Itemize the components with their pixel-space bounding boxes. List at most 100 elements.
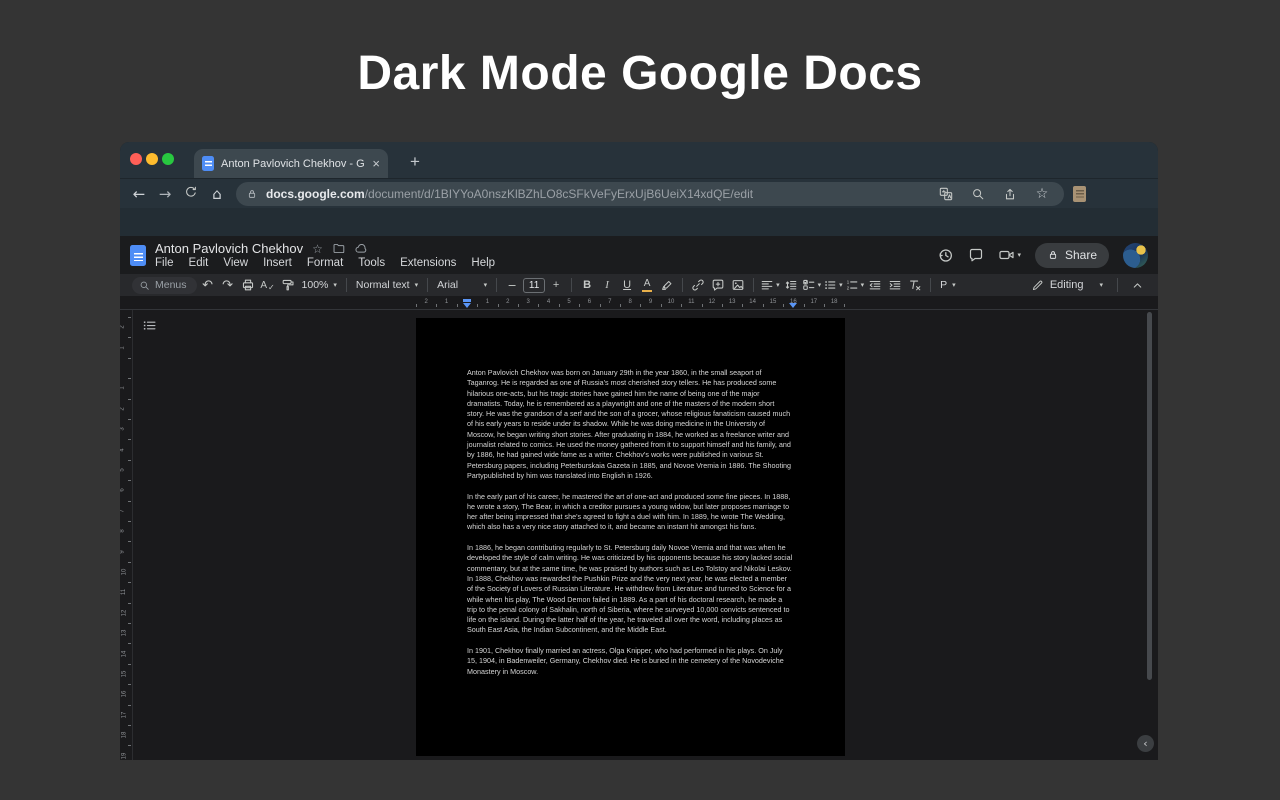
new-tab-button[interactable]: + [402, 149, 428, 175]
version-history-icon[interactable] [937, 247, 954, 264]
align-icon[interactable]: ▾ [760, 276, 780, 294]
increase-font-size-button[interactable]: + [547, 276, 565, 294]
bulleted-list-icon[interactable]: ▾ [823, 276, 843, 294]
back-icon[interactable]: ← [126, 185, 152, 203]
forward-icon[interactable]: → [152, 185, 178, 203]
comments-icon[interactable] [968, 247, 984, 263]
menu-tools[interactable]: Tools [358, 257, 385, 269]
editing-mode-select[interactable]: Editing ▾ [1027, 279, 1107, 292]
star-document-icon[interactable]: ☆ [312, 242, 323, 256]
font-select[interactable]: Arial ▾ [434, 276, 490, 294]
docs-header: Anton Pavlovich Chekhov ☆ File Edit View In… [120, 236, 1158, 274]
ruler-tick [518, 304, 519, 307]
ruler-number: 15 [121, 671, 127, 678]
docs-app-icon[interactable] [130, 245, 146, 266]
toolbar-divider [682, 278, 683, 292]
menu-view[interactable]: View [223, 257, 248, 269]
zoom-search-icon[interactable] [966, 187, 990, 201]
ruler-number: 13 [121, 630, 127, 637]
insert-image-icon[interactable] [729, 276, 747, 294]
docs-extension-icon[interactable] [1073, 186, 1086, 202]
document-page[interactable]: Anton Pavlovich Chekhov was born on Janu… [416, 318, 845, 756]
docs-header-actions: ▾ Share [937, 243, 1148, 268]
font-size-input[interactable]: 11 [523, 278, 545, 293]
redo-icon[interactable]: ↷ [219, 276, 237, 294]
doc-blank-line[interactable] [467, 533, 793, 543]
screenshot-stage: Dark Mode Google Docs Anton Pavlovich Ch… [0, 0, 1280, 800]
doc-paragraph[interactable]: In 1888, Chekhov was rewarded the Pushki… [467, 574, 793, 636]
ruler-tick [128, 643, 131, 644]
account-avatar[interactable] [1123, 243, 1148, 268]
url-text: docs.google.com/document/d/1BIYYoA0nszKl… [266, 187, 926, 201]
highlight-color-icon[interactable] [658, 276, 676, 294]
document-outline-icon[interactable] [142, 318, 157, 338]
right-indent-marker[interactable] [789, 303, 797, 308]
undo-icon[interactable]: ↶ [199, 276, 217, 294]
paragraph-tool-button[interactable]: P ▾ [937, 276, 959, 294]
document-title[interactable]: Anton Pavlovich Chekhov [155, 241, 303, 256]
left-indent-marker[interactable] [463, 303, 471, 308]
paint-format-icon[interactable] [279, 276, 297, 294]
share-page-icon[interactable] [998, 187, 1022, 201]
menu-help[interactable]: Help [471, 257, 495, 269]
checklist-icon[interactable]: ▾ [802, 276, 822, 294]
browser-tab[interactable]: Anton Pavlovich Chekhov - Go × [194, 149, 388, 178]
insert-link-icon[interactable] [689, 276, 707, 294]
spellcheck-icon[interactable]: A ✓ [259, 276, 277, 294]
minimize-window-button[interactable] [146, 153, 158, 165]
cloud-status-icon[interactable] [354, 242, 368, 255]
doc-blank-line[interactable] [467, 636, 793, 646]
home-icon[interactable]: ⌂ [204, 185, 230, 203]
doc-paragraph[interactable]: In 1886, he began contributing regularly… [467, 543, 793, 574]
line-spacing-icon[interactable] [782, 276, 800, 294]
share-button[interactable]: Share [1035, 243, 1109, 268]
doc-paragraph[interactable]: In 1901, Chekhov finally married an actr… [467, 646, 793, 677]
print-icon[interactable] [239, 276, 257, 294]
menu-extensions[interactable]: Extensions [400, 257, 456, 269]
text-color-button[interactable]: A [638, 276, 656, 294]
panel-expand-icon[interactable]: ‹ [1137, 735, 1154, 752]
doc-blank-line[interactable] [467, 481, 793, 491]
ruler-tick [498, 304, 499, 307]
move-folder-icon[interactable] [332, 242, 345, 255]
reload-icon[interactable] [178, 185, 204, 203]
menus-search-button[interactable]: Menus [132, 277, 197, 294]
decrease-font-size-button[interactable]: − [503, 276, 521, 294]
doc-paragraph[interactable]: Anton Pavlovich Chekhov was born on Janu… [467, 368, 793, 481]
clear-formatting-icon[interactable] [906, 276, 924, 294]
first-line-indent-marker[interactable] [463, 299, 471, 302]
document-text[interactable]: Anton Pavlovich Chekhov was born on Janu… [467, 368, 793, 677]
toolbar-divider [496, 278, 497, 292]
doc-paragraph[interactable]: In the early part of his career, he mast… [467, 492, 793, 533]
ruler-number: 1 [120, 346, 126, 349]
ruler-number: 5 [120, 468, 126, 471]
add-comment-icon[interactable] [709, 276, 727, 294]
bold-button[interactable]: B [578, 276, 596, 294]
paragraph-style-select[interactable]: Normal text ▾ [353, 276, 421, 294]
underline-button[interactable]: U [618, 276, 636, 294]
ruler-tick [128, 439, 131, 440]
address-bar[interactable]: docs.google.com/document/d/1BIYYoA0nszKl… [236, 182, 1064, 206]
close-window-button[interactable] [130, 153, 142, 165]
vertical-ruler[interactable]: 2112345678910111213141516171819 [120, 310, 133, 760]
tab-close-icon[interactable]: × [372, 157, 380, 170]
horizontal-ruler[interactable]: 21123456789101112131415161718 [120, 296, 1158, 310]
increase-indent-icon[interactable] [886, 276, 904, 294]
translate-icon[interactable] [934, 187, 958, 201]
numbered-list-icon[interactable]: 12 ▾ [845, 276, 865, 294]
menu-format[interactable]: Format [307, 257, 343, 269]
vertical-scrollbar[interactable] [1147, 312, 1152, 680]
menu-edit[interactable]: Edit [189, 257, 209, 269]
menu-insert[interactable]: Insert [263, 257, 292, 269]
italic-button[interactable]: I [598, 276, 616, 294]
decrease-indent-icon[interactable] [866, 276, 884, 294]
zoom-select[interactable]: 100% ▾ [299, 276, 340, 294]
zoom-window-button[interactable] [162, 153, 174, 165]
meet-video-icon[interactable]: ▾ [998, 247, 1021, 263]
menu-file[interactable]: File [155, 257, 174, 269]
ruler-number: 10 [121, 569, 127, 576]
bookmark-star-icon[interactable]: ☆ [1030, 186, 1054, 202]
ruler-number: 3 [120, 428, 126, 431]
docs-favicon-icon [202, 156, 214, 171]
hide-menus-icon[interactable] [1128, 276, 1146, 294]
